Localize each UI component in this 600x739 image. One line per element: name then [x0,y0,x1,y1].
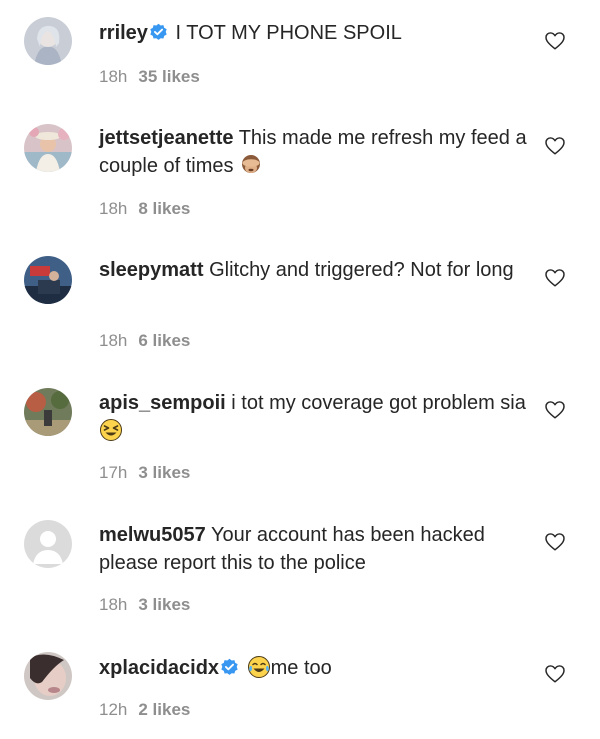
avatar[interactable] [24,17,72,65]
like-heart-icon[interactable] [544,267,566,289]
avatar[interactable] [24,124,72,172]
comment-likes[interactable]: 8 likes [138,199,190,218]
comment-time[interactable]: 18h [99,199,127,218]
comment-text-block: rriley I TOT MY PHONE SPOIL [99,19,529,47]
comment-text: i tot my coverage got problem sia [231,392,526,414]
comment-time[interactable]: 18h [99,67,127,86]
comment-time[interactable]: 18h [99,331,127,350]
avatar[interactable] [24,388,72,436]
comment-text-block: apis_sempoii i tot my coverage got probl… [99,389,529,445]
comment-text-block: sleepymatt Glitchy and triggered? Not fo… [99,256,529,284]
like-heart-icon[interactable] [544,663,566,685]
verified-badge-icon [149,23,168,42]
comment-meta: 12h 2 likes [99,700,190,720]
comment-username[interactable]: melwu5057 [99,524,206,546]
avatar[interactable] [24,256,72,304]
comment-time[interactable]: 12h [99,700,127,719]
see-no-evil-monkey-icon [239,153,263,177]
comment-text-block: xplacidacidx me too [99,654,529,682]
comment-text: I TOT MY PHONE SPOIL [175,22,402,44]
comment-meta: 18h 3 likes [99,595,190,615]
comment-meta: 18h 8 likes [99,199,190,219]
comment-likes[interactable]: 3 likes [138,595,190,614]
tears-of-joy-face-icon [247,655,271,679]
comment-text-block: melwu5057 Your account has been hacked p… [99,521,529,577]
comment-time[interactable]: 17h [99,463,127,482]
comment-username[interactable]: xplacidacidx [99,657,219,679]
verified-badge-icon [220,658,239,677]
comment-text: Glitchy and triggered? Not for long [209,259,514,281]
comment-likes[interactable]: 2 likes [138,700,190,719]
like-heart-icon[interactable] [544,399,566,421]
comment-likes[interactable]: 35 likes [138,67,199,86]
comment-username[interactable]: jettsetjeanette [99,127,234,149]
like-heart-icon[interactable] [544,30,566,52]
comment-text: me too [270,657,332,679]
like-heart-icon[interactable] [544,135,566,157]
avatar[interactable] [24,520,72,568]
comment-meta: 18h 35 likes [99,67,200,87]
squinting-face-icon [99,418,123,442]
comment-time[interactable]: 18h [99,595,127,614]
like-heart-icon[interactable] [544,531,566,553]
comment-username[interactable]: apis_sempoii [99,392,226,414]
comment-username[interactable]: rriley [99,22,148,44]
comment-meta: 17h 3 likes [99,463,190,483]
comment-username[interactable]: sleepymatt [99,259,204,281]
comment-likes[interactable]: 3 likes [138,463,190,482]
comment-meta: 18h 6 likes [99,331,190,351]
avatar[interactable] [24,652,72,700]
comment-likes[interactable]: 6 likes [138,331,190,350]
comment-text-block: jettsetjeanette This made me refresh my … [99,124,529,180]
